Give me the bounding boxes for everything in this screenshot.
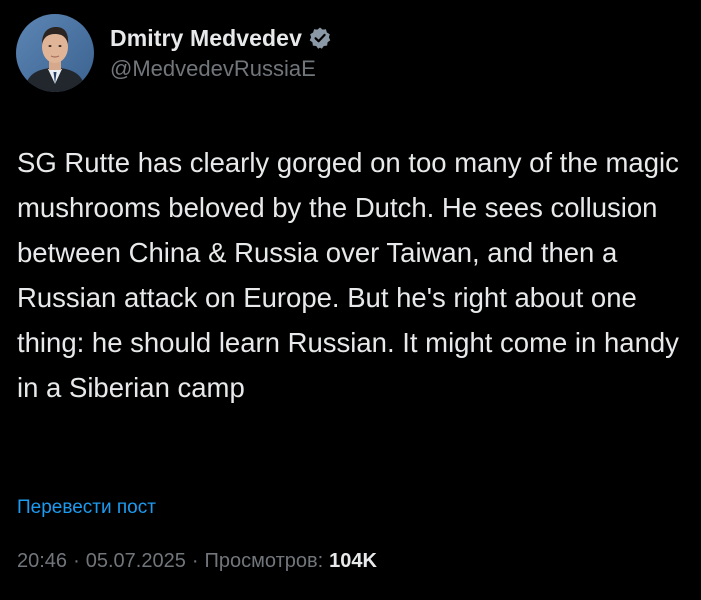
author-name[interactable]: Dmitry Medvedev bbox=[110, 25, 302, 52]
avatar[interactable] bbox=[16, 14, 94, 92]
post-date[interactable]: 05.07.2025 bbox=[86, 550, 186, 573]
translate-post-link[interactable]: Перевести пост bbox=[17, 497, 156, 519]
meta-separator: · bbox=[73, 550, 80, 572]
user-avatar-icon bbox=[16, 14, 94, 92]
post-card: Dmitry Medvedev @MedvedevRussiaE SG Rutt… bbox=[0, 0, 701, 600]
verified-badge-icon bbox=[308, 26, 332, 50]
meta-separator: · bbox=[191, 550, 199, 572]
views-count[interactable]: 104K bbox=[329, 550, 377, 573]
views-label: Просмотров: bbox=[204, 550, 324, 572]
post-text: SG Rutte has clearly gorged on too many … bbox=[17, 147, 679, 403]
post-time[interactable]: 20:46 bbox=[17, 550, 67, 573]
author-block: Dmitry Medvedev @MedvedevRussiaE bbox=[110, 14, 332, 92]
author-name-row[interactable]: Dmitry Medvedev bbox=[110, 25, 332, 52]
post-header: Dmitry Medvedev @MedvedevRussiaE bbox=[16, 14, 332, 92]
post-meta: 20:46 · 05.07.2025 · Просмотров: 104K bbox=[17, 550, 377, 573]
author-handle[interactable]: @MedvedevRussiaE bbox=[110, 56, 332, 82]
